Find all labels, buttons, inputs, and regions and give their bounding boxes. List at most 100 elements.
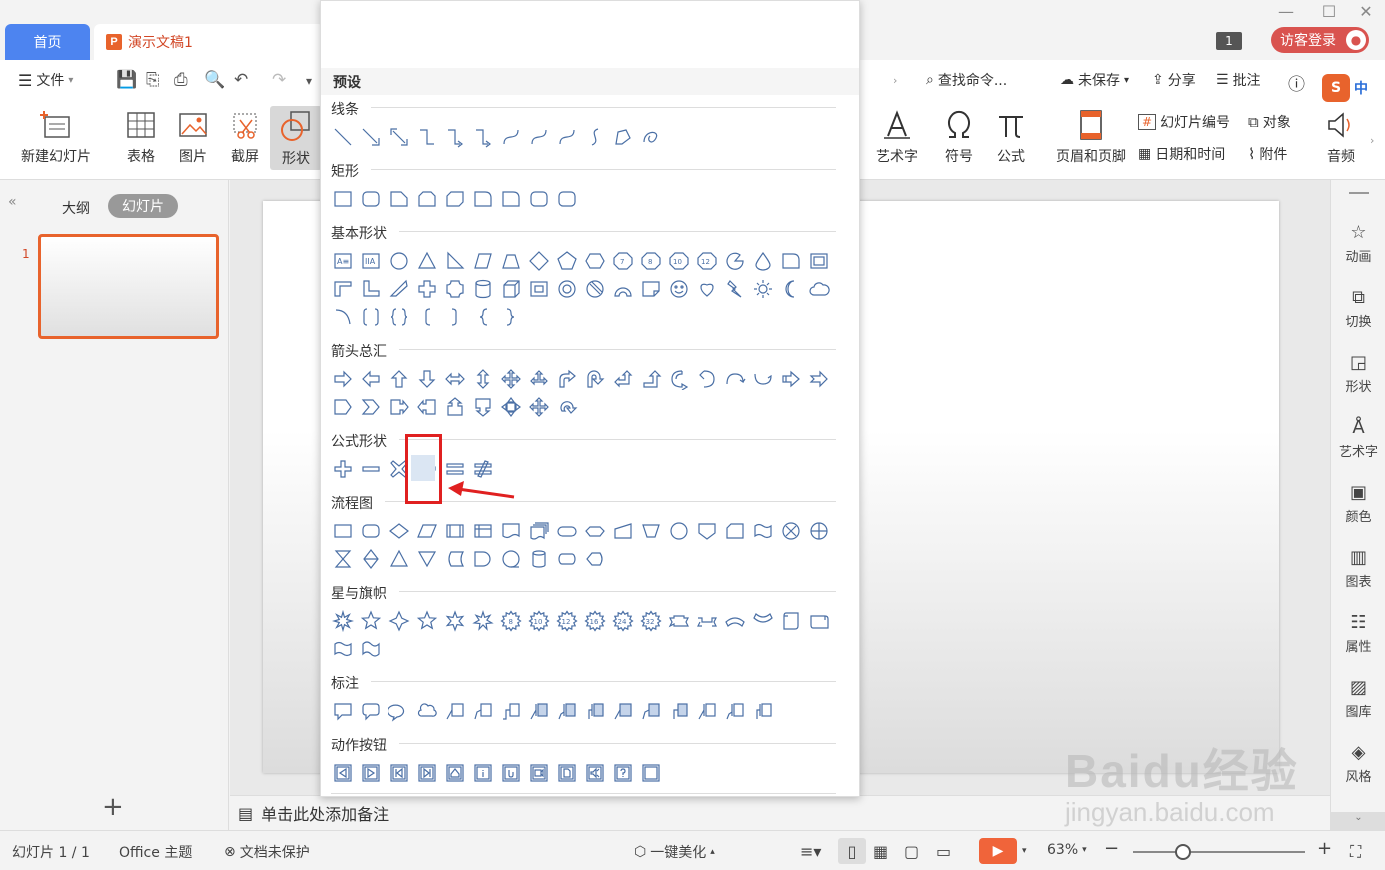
shape-option-stored-data[interactable] (441, 545, 469, 573)
close-icon[interactable]: ✕ (1352, 2, 1380, 21)
zoom-in-icon[interactable]: + (1317, 838, 1332, 859)
wordart-button[interactable]: 艺术字 (866, 104, 928, 166)
shape-option-star-16[interactable]: 16 (581, 607, 609, 635)
shape-option-summing-junction[interactable] (777, 517, 805, 545)
tab-slides[interactable]: 幻灯片 (108, 194, 178, 218)
shape-option-l-shape[interactable] (357, 275, 385, 303)
shape-option-left-right-up-arrow[interactable] (525, 365, 553, 393)
shape-option-action-return[interactable] (497, 759, 525, 787)
shape-option-star-24[interactable]: 24 (609, 607, 637, 635)
shape-option-rounded-callout[interactable] (357, 697, 385, 725)
shape-option-curved-right-arrow[interactable] (665, 365, 693, 393)
shape-option-cloud[interactable] (805, 275, 833, 303)
zoom-slider-handle[interactable] (1175, 844, 1191, 860)
shape-option-off-page-connector[interactable] (693, 517, 721, 545)
shape-option-curved-up-ribbon[interactable] (721, 607, 749, 635)
comment-button[interactable]: ☰ 批注 (1216, 70, 1261, 90)
new-slide-button[interactable]: 新建幻灯片 (12, 104, 100, 166)
sidebar-item-transition[interactable]: ⧉ 切换 (1331, 287, 1385, 330)
shape-option-notched-right-arrow[interactable] (805, 365, 833, 393)
shape-option-preparation[interactable] (581, 517, 609, 545)
shape-option-left-right-arrow[interactable] (441, 365, 469, 393)
shape-option-action-beginning[interactable] (385, 759, 413, 787)
shape-option-octagon[interactable]: 8 (637, 247, 665, 275)
shape-option-line-callout-2[interactable] (469, 697, 497, 725)
shape-option-down-ribbon[interactable] (693, 607, 721, 635)
shape-option-accent-border-callout-3[interactable] (749, 697, 777, 725)
shape-option-down-arrow-callout[interactable] (469, 393, 497, 421)
shape-option-no-symbol[interactable] (581, 275, 609, 303)
shape-option-curved-down-arrow[interactable] (749, 365, 777, 393)
shape-button[interactable]: 形状 (270, 106, 322, 170)
shape-option-diagonal-stripe[interactable] (385, 275, 413, 303)
shape-option-wave[interactable] (329, 635, 357, 663)
sidebar-item-chart[interactable]: ▥ 图表 (1331, 547, 1385, 590)
shape-option-cross[interactable] (413, 275, 441, 303)
shape-option-or[interactable] (805, 517, 833, 545)
sidebar-item-shape[interactable]: ◲ 形状 (1331, 352, 1385, 395)
shape-option-line-callout-1[interactable] (441, 697, 469, 725)
shape-option-pie[interactable] (721, 247, 749, 275)
presenter-view-icon[interactable]: ▭ (936, 842, 951, 861)
shape-option-card[interactable] (721, 517, 749, 545)
print-preview-icon[interactable]: 🔍 (204, 70, 225, 90)
shape-option-elbow-connector[interactable] (413, 123, 441, 151)
symbol-button[interactable]: 符号 (934, 104, 984, 166)
undo-icon[interactable]: ↶ (234, 70, 248, 90)
zoom-out-icon[interactable]: − (1104, 838, 1119, 859)
header-footer-button[interactable]: 页眉和页脚 (1050, 104, 1132, 166)
command-search[interactable]: ⌕ 查找命令... (926, 70, 1007, 90)
file-menu[interactable]: ☰ 文件 ▾ (18, 70, 73, 90)
shape-option-double-arrow-line[interactable] (385, 123, 413, 151)
shape-option-curved-up-arrow[interactable] (721, 365, 749, 393)
shape-option-donut[interactable] (553, 275, 581, 303)
shape-option-right-arrow-callout[interactable] (385, 393, 413, 421)
shape-option-scribble[interactable] (637, 123, 665, 151)
shape-option-smiley-face[interactable] (665, 275, 693, 303)
print-icon[interactable]: ⎙ (174, 70, 188, 90)
shape-option-multidocument[interactable] (525, 517, 553, 545)
shape-option-extract[interactable] (385, 545, 413, 573)
tab-document[interactable]: P 演示文稿1 (94, 24, 324, 60)
shape-option-cube[interactable] (497, 275, 525, 303)
shape-option-internal-storage[interactable] (469, 517, 497, 545)
slide-number-button[interactable]: # 幻灯片编号 (1138, 112, 1230, 132)
zoom-slider-track[interactable] (1133, 851, 1305, 853)
shape-option-action-back[interactable] (329, 759, 357, 787)
sidebar-item-properties[interactable]: ☷ 属性 (1331, 612, 1385, 655)
shape-option-right-arrow[interactable] (329, 365, 357, 393)
shape-option-data[interactable] (413, 517, 441, 545)
guest-login-button[interactable]: 访客登录 ● (1271, 27, 1369, 53)
shape-option-can[interactable] (469, 275, 497, 303)
shape-option-oval-callout[interactable] (385, 697, 413, 725)
shape-option-round-corner-rectangle[interactable] (497, 185, 525, 213)
shape-option-punched-tape[interactable] (749, 517, 777, 545)
screenshot-button[interactable]: 截屏 (222, 104, 268, 166)
table-button[interactable]: 表格 (118, 104, 164, 166)
shape-option-action-movie[interactable] (525, 759, 553, 787)
shape-option-bordered-callout-1[interactable] (609, 697, 637, 725)
ribbon-scroll-icon[interactable]: › (1370, 134, 1374, 147)
shape-option-dodecagon[interactable]: 12 (693, 247, 721, 275)
slide-thumbnail[interactable] (38, 234, 219, 339)
shape-option-action-custom[interactable] (637, 759, 665, 787)
shape-option-round-diagonal-rectangle[interactable] (553, 185, 581, 213)
shape-option-down-arrow[interactable] (413, 365, 441, 393)
shape-option-arrow-line[interactable] (357, 123, 385, 151)
shape-option-magnetic-disk[interactable] (525, 545, 553, 573)
shape-option-half-frame[interactable] (329, 275, 357, 303)
shape-option-heptagon[interactable]: 7 (609, 247, 637, 275)
shape-option-plus[interactable] (329, 455, 357, 483)
shape-option-connector[interactable] (665, 517, 693, 545)
shape-option-star-12[interactable]: 12 (553, 607, 581, 635)
shape-option-right-triangle[interactable] (441, 247, 469, 275)
zoom-level[interactable]: 63% ▾ (1047, 842, 1087, 858)
shape-option-star-6[interactable] (441, 607, 469, 635)
shape-option-process[interactable] (329, 517, 357, 545)
shape-option-folded-corner[interactable] (637, 275, 665, 303)
shape-option-line-callout-3[interactable] (497, 697, 525, 725)
shape-option-left-brace[interactable] (469, 303, 497, 331)
shape-option-star-5[interactable] (413, 607, 441, 635)
shape-option-vertical-text-box[interactable]: IIA (357, 247, 385, 275)
shape-option-predefined-process[interactable] (441, 517, 469, 545)
